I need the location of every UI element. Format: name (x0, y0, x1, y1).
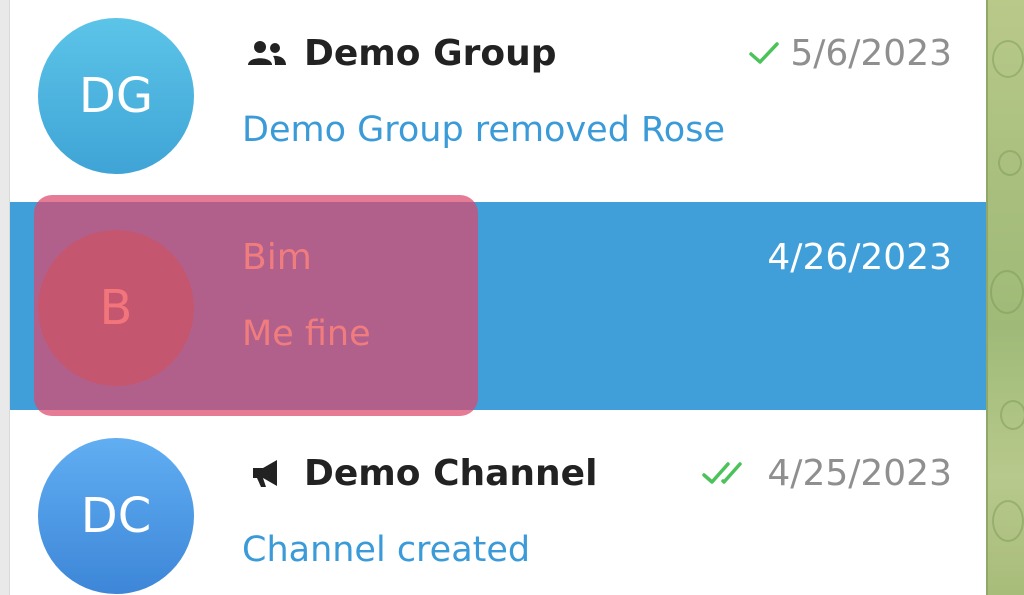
chat-meta: 5/6/2023 (748, 28, 952, 78)
message-preview: Demo Group removed Rose (242, 110, 725, 150)
message-preview: Channel created (242, 530, 531, 570)
chat-wallpaper-strip (986, 0, 1024, 595)
group-icon (242, 33, 292, 73)
channel-icon (242, 453, 292, 493)
chat-date: 4/26/2023 (767, 236, 952, 278)
avatar: DC (38, 438, 194, 594)
message-preview: Me fine (242, 314, 371, 354)
chat-date: 4/25/2023 (767, 452, 952, 494)
single-check-icon (748, 40, 780, 66)
telegram-chat-list-screen: DG Demo Group Demo Group removed Rose 5/… (0, 0, 1024, 595)
chat-title: Demo Channel (242, 448, 597, 498)
chat-date: 5/6/2023 (790, 32, 952, 74)
chat-list: DG Demo Group Demo Group removed Rose 5/… (10, 0, 986, 595)
left-panel-edge (0, 0, 10, 595)
chat-row-demo-group[interactable]: DG Demo Group Demo Group removed Rose 5/… (10, 0, 986, 202)
chat-name: Demo Group (304, 32, 557, 74)
chat-row-demo-channel[interactable]: DC Demo Channel Channel created 4/25/202… (10, 410, 986, 595)
chat-name: Demo Channel (304, 452, 598, 494)
double-check-icon (701, 459, 757, 487)
chat-meta: 4/26/2023 (767, 232, 952, 282)
avatar: B (38, 230, 194, 386)
chat-name: Bim (242, 236, 312, 278)
chat-meta: 4/25/2023 (701, 448, 952, 498)
chat-title: Demo Group (242, 28, 557, 78)
chat-title: Bim (242, 232, 312, 282)
avatar: DG (38, 18, 194, 174)
